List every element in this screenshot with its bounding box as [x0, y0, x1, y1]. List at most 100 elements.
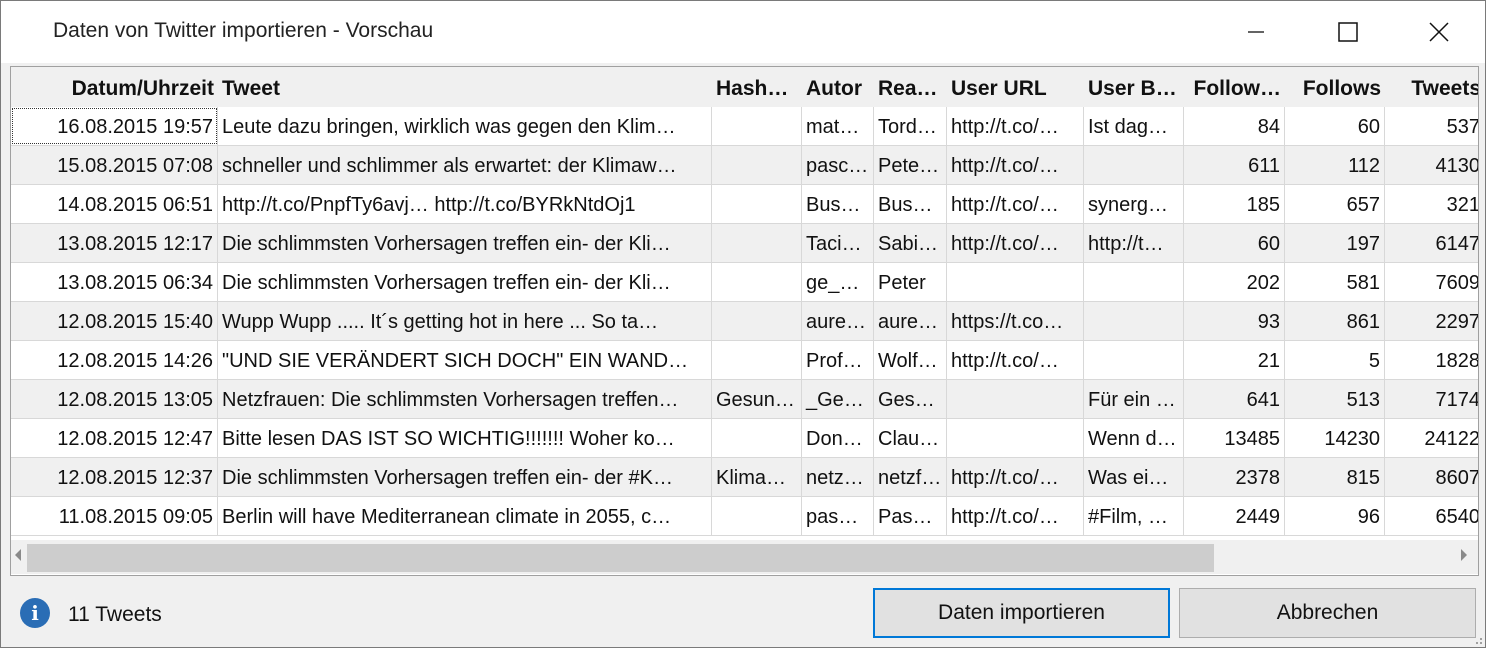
horizontal-scrollbar[interactable] — [11, 540, 1478, 574]
cell-tweets[interactable]: 2297 — [1385, 302, 1479, 340]
cell-tweet[interactable]: Die schlimmsten Vorhersagen treffen ein-… — [218, 263, 712, 301]
scroll-left-icon[interactable] — [15, 549, 21, 561]
cell-realname[interactable]: Clau… — [874, 419, 947, 457]
cell-author[interactable]: pash… — [802, 497, 874, 535]
cell-datetime[interactable]: 12.08.2015 15:40 — [11, 302, 218, 340]
resize-grip-icon[interactable] — [1473, 635, 1483, 645]
cell-followers[interactable]: 13485 — [1184, 419, 1285, 457]
scroll-right-icon[interactable] — [1461, 549, 1467, 561]
minimize-button[interactable] — [1210, 1, 1302, 63]
cell-tweet[interactable]: Berlin will have Mediterranean climate i… — [218, 497, 712, 535]
cell-tweet[interactable]: Bitte lesen DAS IST SO WICHTIG!!!!!!! Wo… — [218, 419, 712, 457]
cell-realname[interactable]: Wolf… — [874, 341, 947, 379]
table-row[interactable]: 15.08.2015 07:08 schneller und schlimmer … — [11, 146, 1478, 185]
cell-user-url[interactable] — [947, 263, 1084, 301]
cell-realname[interactable]: aure… — [874, 302, 947, 340]
cell-followers[interactable]: 84 — [1184, 107, 1285, 145]
table-row[interactable]: 12.08.2015 12:47 Bitte lesen DAS IST SO W… — [11, 419, 1478, 458]
cell-tweets[interactable]: 6540 — [1385, 497, 1479, 535]
cell-user-url[interactable]: http://t.co/… — [947, 224, 1084, 262]
cell-user-url[interactable]: http://t.co/… — [947, 185, 1084, 223]
cell-datetime[interactable]: 15.08.2015 07:08 — [11, 146, 218, 184]
cell-user-bio[interactable]: http://t… — [1084, 224, 1184, 262]
cell-author[interactable]: _Ges… — [802, 380, 874, 418]
cell-tweet[interactable]: http://t.co/PnpfTy6avj… http://t.co/BYRk… — [218, 185, 712, 223]
cell-user-bio[interactable] — [1084, 263, 1184, 301]
cell-user-url[interactable]: http://t.co/… — [947, 107, 1084, 145]
cell-user-url[interactable]: http://t.co/… — [947, 458, 1084, 496]
cell-user-url[interactable] — [947, 380, 1084, 418]
close-button[interactable] — [1393, 1, 1485, 63]
table-row[interactable]: 14.08.2015 06:51 http://t.co/PnpfTy6avj… … — [11, 185, 1478, 224]
cell-tweets[interactable]: 6147 — [1385, 224, 1479, 262]
cell-tweet[interactable]: "UND SIE VERÄNDERT SICH DOCH" EIN WAND… — [218, 341, 712, 379]
cell-follows[interactable]: 60 — [1285, 107, 1385, 145]
cell-author[interactable]: Don… — [802, 419, 874, 457]
table-row[interactable]: 12.08.2015 14:26 "UND SIE VERÄNDERT SICH … — [11, 341, 1478, 380]
cell-tweet[interactable]: Wupp Wupp ..... It´s getting hot in here… — [218, 302, 712, 340]
cell-datetime[interactable]: 12.08.2015 12:37 — [11, 458, 218, 496]
cell-tweets[interactable]: 321 — [1385, 185, 1478, 223]
table-row[interactable]: 13.08.2015 12:17 Die schlimmsten Vorhersa… — [11, 224, 1478, 263]
cell-hashtags[interactable] — [712, 107, 802, 145]
cell-follows[interactable]: 581 — [1285, 263, 1385, 301]
cell-hashtags[interactable] — [712, 146, 802, 184]
cell-author[interactable]: Busc… — [802, 185, 874, 223]
cell-user-bio[interactable]: Wenn d… — [1084, 419, 1184, 457]
cell-tweets[interactable]: 1828 — [1385, 341, 1479, 379]
column-header-tweet[interactable]: Tweet — [218, 67, 712, 107]
cell-tweet[interactable]: Die schlimmsten Vorhersagen treffen ein-… — [218, 224, 712, 262]
cell-tweets[interactable]: 8607 — [1385, 458, 1479, 496]
cell-realname[interactable]: Gesu… — [874, 380, 947, 418]
cell-followers[interactable]: 21 — [1184, 341, 1285, 379]
cell-tweet[interactable]: Netzfrauen: Die schlimmsten Vorhersagen … — [218, 380, 712, 418]
table-row[interactable]: 16.08.2015 19:57 Leute dazu bringen, wirk… — [11, 107, 1478, 146]
cell-hashtags[interactable] — [712, 497, 802, 535]
cell-hashtags[interactable] — [712, 341, 802, 379]
table-row[interactable]: 11.08.2015 09:05 Berlin will have Mediter… — [11, 497, 1478, 536]
cell-datetime[interactable]: 14.08.2015 06:51 — [11, 185, 218, 223]
cell-realname[interactable]: Tord… — [874, 107, 947, 145]
cell-tweets[interactable]: 7609 — [1385, 263, 1479, 301]
cell-user-url[interactable]: http://t.co/… — [947, 146, 1084, 184]
column-header-followers[interactable]: Follow… — [1184, 67, 1285, 107]
cell-tweets[interactable]: 7174 — [1385, 380, 1479, 418]
column-header-user-bio[interactable]: User B… — [1084, 67, 1184, 107]
cell-datetime[interactable]: 13.08.2015 12:17 — [11, 224, 218, 262]
column-header-datetime[interactable]: Datum/Uhrzeit — [11, 67, 218, 107]
cell-hashtags[interactable] — [712, 224, 802, 262]
cancel-button[interactable]: Abbrechen — [1179, 588, 1476, 638]
cell-user-bio[interactable]: Was ei… — [1084, 458, 1184, 496]
cell-followers[interactable]: 641 — [1184, 380, 1285, 418]
cell-datetime[interactable]: 12.08.2015 13:05 — [11, 380, 218, 418]
import-button[interactable]: Daten importieren — [873, 588, 1170, 638]
cell-followers[interactable]: 202 — [1184, 263, 1285, 301]
column-header-user-url[interactable]: User URL — [947, 67, 1084, 107]
cell-realname[interactable]: netzf… — [874, 458, 947, 496]
cell-realname[interactable]: Busc… — [874, 185, 947, 223]
tweet-preview-grid[interactable]: Datum/Uhrzeit Tweet Hash… Autor Rea… User URL… — [10, 66, 1479, 576]
cell-user-bio[interactable]: Ist dag… — [1084, 107, 1184, 145]
cell-hashtags[interactable] — [712, 302, 802, 340]
cell-author[interactable]: Prof… — [802, 341, 874, 379]
cell-user-bio[interactable]: synerge… — [1084, 185, 1184, 223]
cell-datetime[interactable]: 12.08.2015 12:47 — [11, 419, 218, 457]
cell-author[interactable]: mat… — [802, 107, 874, 145]
cell-datetime[interactable]: 13.08.2015 06:34 — [11, 263, 218, 301]
column-header-hashtags[interactable]: Hash… — [712, 67, 802, 107]
cell-tweet[interactable]: schneller und schlimmer als erwartet: de… — [218, 146, 712, 184]
column-header-tweets[interactable]: Tweets — [1385, 67, 1478, 107]
cell-follows[interactable]: 815 — [1285, 458, 1385, 496]
table-row[interactable]: 12.08.2015 15:40 Wupp Wupp ..... It´s get… — [11, 302, 1478, 341]
cell-tweets[interactable]: 537 — [1385, 107, 1478, 145]
cell-follows[interactable]: 513 — [1285, 380, 1385, 418]
column-header-author[interactable]: Autor — [802, 67, 874, 107]
table-row[interactable]: 12.08.2015 13:05 Netzfrauen: Die schlimms… — [11, 380, 1478, 419]
cell-tweets[interactable]: 4130 — [1385, 146, 1479, 184]
maximize-button[interactable] — [1302, 1, 1394, 63]
cell-follows[interactable]: 14230 — [1285, 419, 1385, 457]
cell-author[interactable]: aure… — [802, 302, 874, 340]
cell-author[interactable]: pasc… — [802, 146, 874, 184]
cell-datetime[interactable]: 12.08.2015 14:26 — [11, 341, 218, 379]
cell-user-bio[interactable]: Für ein … — [1084, 380, 1184, 418]
